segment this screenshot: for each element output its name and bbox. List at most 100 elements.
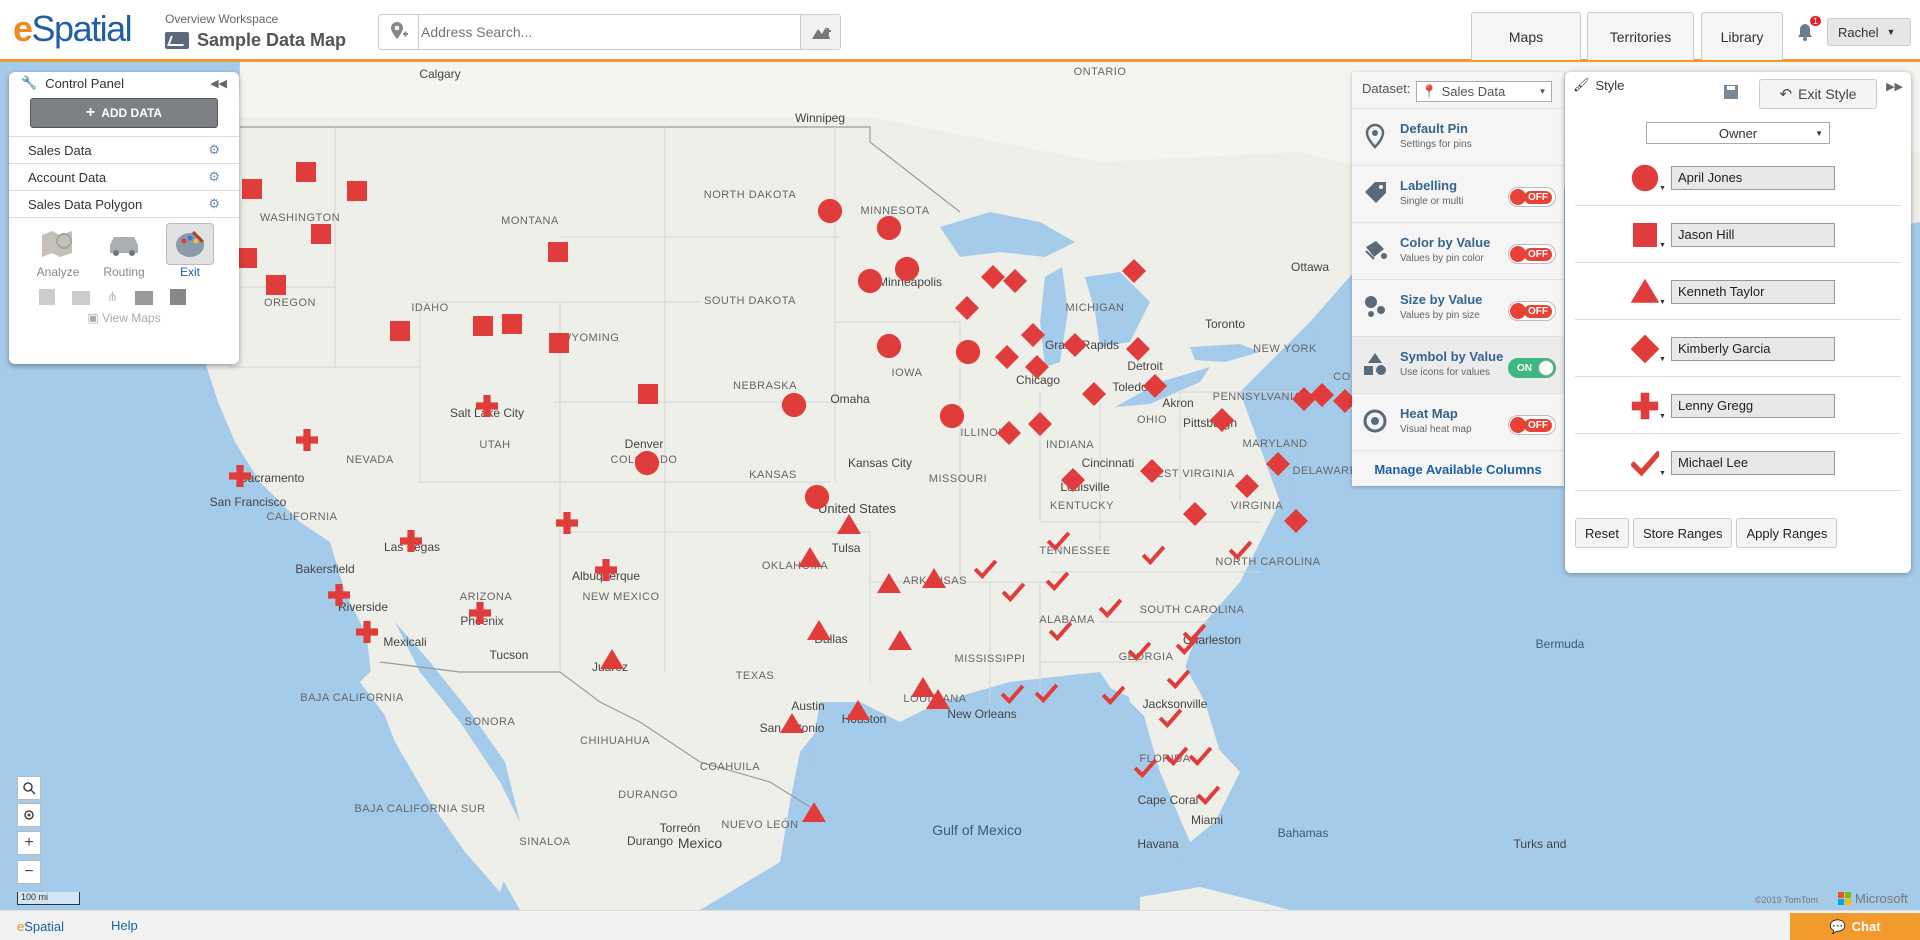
exit-style-button[interactable]: ↶ Exit Style bbox=[1759, 79, 1877, 109]
diamond-data-marker[interactable] bbox=[1266, 452, 1290, 476]
analyze-tool[interactable]: Analyze bbox=[34, 223, 82, 279]
toggle-switch[interactable]: ON bbox=[1508, 358, 1556, 378]
manage-columns-link[interactable]: Manage Available Columns bbox=[1352, 450, 1564, 477]
locate-me-button[interactable] bbox=[17, 803, 41, 827]
view-maps-link[interactable]: ▣ View Maps bbox=[9, 311, 239, 325]
chevron-down-icon[interactable]: ▼ bbox=[1659, 242, 1666, 249]
cross-symbol-icon[interactable] bbox=[1631, 392, 1659, 420]
square-data-marker[interactable] bbox=[390, 321, 410, 341]
notifications-bell[interactable]: 1 bbox=[1796, 16, 1822, 47]
circle-symbol-icon[interactable] bbox=[1631, 164, 1659, 192]
circle-data-marker[interactable] bbox=[634, 450, 660, 476]
diamond-symbol-icon[interactable] bbox=[1631, 335, 1659, 363]
map-place-label: Bakersfield bbox=[295, 562, 354, 576]
circle-data-marker[interactable] bbox=[894, 256, 920, 282]
apply-ranges-button[interactable]: Apply Ranges bbox=[1736, 518, 1838, 548]
territories-tab[interactable]: Territories bbox=[1587, 12, 1694, 60]
library-tab[interactable]: Library bbox=[1701, 12, 1783, 60]
chat-button[interactable]: 💬 Chat bbox=[1790, 913, 1920, 940]
gears-icon[interactable]: ⚙ bbox=[208, 169, 220, 185]
exit-tool[interactable]: Exit bbox=[166, 223, 214, 279]
collapse-panel-icon[interactable]: ◀◀ bbox=[210, 77, 227, 90]
toggle-switch[interactable]: OFF bbox=[1508, 187, 1556, 207]
chevron-down-icon[interactable]: ▼ bbox=[1659, 299, 1666, 306]
square-data-marker[interactable] bbox=[638, 384, 658, 404]
style-option-symbol-by-value[interactable]: Symbol by Value Use icons for values ON bbox=[1352, 336, 1564, 393]
save-icon[interactable] bbox=[39, 289, 55, 305]
toggle-switch[interactable]: OFF bbox=[1508, 415, 1556, 435]
routing-tool[interactable]: Routing bbox=[100, 223, 148, 279]
reset-button[interactable]: Reset bbox=[1575, 518, 1629, 548]
circle-data-marker[interactable] bbox=[857, 268, 883, 294]
circle-data-marker[interactable] bbox=[939, 403, 965, 429]
square-data-marker[interactable] bbox=[347, 181, 367, 201]
chevron-down-icon[interactable]: ▼ bbox=[1659, 470, 1666, 477]
help-link[interactable]: Help bbox=[111, 918, 138, 933]
circle-data-marker[interactable] bbox=[804, 484, 830, 510]
layer-item[interactable]: Account Data ⚙ bbox=[9, 164, 239, 191]
toggle-switch[interactable]: OFF bbox=[1508, 244, 1556, 264]
store-ranges-button[interactable]: Store Ranges bbox=[1632, 518, 1733, 548]
footer-brand[interactable]: eSpatial bbox=[17, 919, 64, 934]
owner-value-field[interactable]: Michael Lee bbox=[1671, 451, 1835, 475]
zoom-out-button[interactable]: − bbox=[17, 860, 41, 884]
layer-item[interactable]: Sales Data Polygon ⚙ bbox=[9, 191, 239, 218]
chevron-down-icon[interactable]: ▼ bbox=[1659, 413, 1666, 420]
square-data-marker[interactable] bbox=[548, 242, 568, 262]
chevron-down-icon[interactable]: ▼ bbox=[1659, 185, 1666, 192]
style-option-color-by-value[interactable]: Color by Value Values by pin color OFF bbox=[1352, 222, 1564, 279]
map-place-label: Bahamas bbox=[1278, 826, 1329, 840]
style-field-select[interactable]: Owner ▼ bbox=[1646, 122, 1830, 144]
share-icon[interactable]: ⋔ bbox=[107, 289, 118, 305]
check-symbol-icon[interactable] bbox=[1631, 449, 1659, 477]
square-data-marker[interactable] bbox=[473, 316, 493, 336]
export-icon[interactable] bbox=[169, 289, 186, 305]
circle-data-marker[interactable] bbox=[817, 198, 843, 224]
square-data-marker[interactable] bbox=[237, 248, 257, 268]
square-data-marker[interactable] bbox=[311, 224, 331, 244]
circle-data-marker[interactable] bbox=[876, 333, 902, 359]
square-data-marker[interactable] bbox=[266, 275, 286, 295]
square-data-marker[interactable] bbox=[296, 162, 316, 182]
open-folder-icon[interactable] bbox=[72, 291, 90, 305]
dataset-header: Dataset: 📍 Sales Data ▼ bbox=[1352, 72, 1564, 108]
owner-value-field[interactable]: Jason Hill bbox=[1671, 223, 1835, 247]
style-option-heat-map[interactable]: Heat Map Visual heat map OFF bbox=[1352, 393, 1564, 450]
toggle-switch[interactable]: OFF bbox=[1508, 301, 1556, 321]
collapse-panel-icon[interactable]: ▶▶ bbox=[1886, 80, 1903, 93]
chevron-down-icon[interactable]: ▼ bbox=[1659, 356, 1666, 363]
square-data-marker[interactable] bbox=[502, 314, 522, 334]
user-menu[interactable]: Rachel ▼ bbox=[1827, 18, 1911, 46]
triangle-symbol-icon[interactable] bbox=[1631, 278, 1659, 306]
map-place-label: BAJA CALIFORNIA SUR bbox=[354, 803, 485, 815]
circle-data-marker[interactable] bbox=[955, 339, 981, 365]
owner-value-field[interactable]: Kenneth Taylor bbox=[1671, 280, 1835, 304]
circle-data-marker[interactable] bbox=[781, 392, 807, 418]
square-symbol-icon[interactable] bbox=[1631, 221, 1659, 249]
layer-item[interactable]: Sales Data ⚙ bbox=[9, 137, 239, 164]
directions-icon[interactable] bbox=[800, 15, 840, 49]
espatial-logo[interactable]: eSpatial bbox=[13, 8, 133, 50]
owner-value-field[interactable]: Lenny Gregg bbox=[1671, 394, 1835, 418]
style-option-labelling[interactable]: Labelling Single or multi OFF bbox=[1352, 165, 1564, 222]
owner-value-field[interactable]: Kimberly Garcia bbox=[1671, 337, 1835, 361]
square-data-marker[interactable] bbox=[549, 333, 569, 353]
circle-data-marker[interactable] bbox=[876, 215, 902, 241]
maps-tab[interactable]: Maps bbox=[1471, 12, 1581, 60]
save-icon[interactable] bbox=[1723, 84, 1739, 100]
dataset-select[interactable]: 📍 Sales Data ▼ bbox=[1416, 81, 1553, 102]
map-place-label: United States bbox=[818, 501, 897, 516]
zoom-in-button[interactable]: + bbox=[17, 831, 41, 855]
gears-icon[interactable]: ⚙ bbox=[208, 196, 220, 212]
zoom-select-button[interactable] bbox=[17, 776, 41, 800]
search-input[interactable] bbox=[421, 19, 781, 45]
square-data-marker[interactable] bbox=[242, 179, 262, 199]
location-pin-icon[interactable] bbox=[379, 15, 419, 49]
add-data-button[interactable]: + ADD DATA bbox=[30, 98, 218, 128]
map-place-label: OREGON bbox=[264, 297, 316, 309]
owner-value-field[interactable]: April Jones bbox=[1671, 166, 1835, 190]
style-option-size-by-value[interactable]: Size by Value Values by pin size OFF bbox=[1352, 279, 1564, 336]
style-option-default-pin[interactable]: Default Pin Settings for pins bbox=[1352, 108, 1564, 165]
print-icon[interactable] bbox=[134, 291, 153, 305]
gears-icon[interactable]: ⚙ bbox=[208, 142, 220, 158]
